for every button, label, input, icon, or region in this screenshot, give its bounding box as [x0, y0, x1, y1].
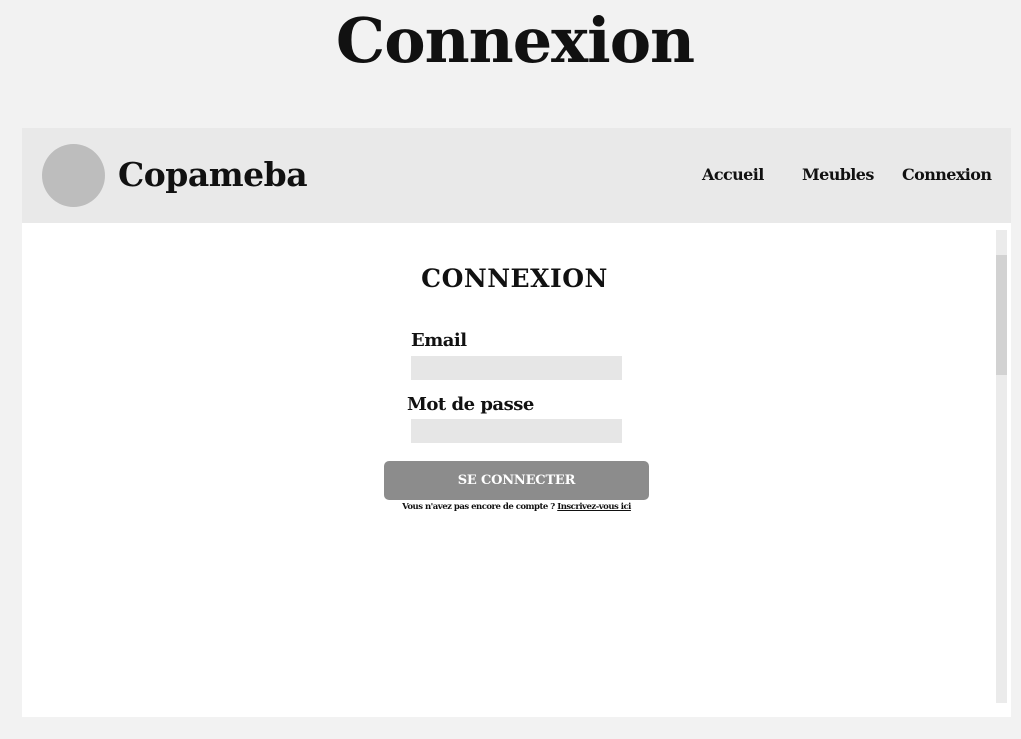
- scrollbar-thumb[interactable]: [996, 255, 1007, 375]
- login-form-title: CONNEXION: [421, 264, 608, 293]
- site-frame: Copameba Accueil Meubles Connexion CONNE…: [22, 128, 1011, 717]
- scrollbar-track[interactable]: [996, 230, 1007, 703]
- main-content: CONNEXION Email Mot de passe SE CONNECTE…: [22, 223, 1011, 717]
- password-field[interactable]: [411, 419, 622, 443]
- nav-link-meubles[interactable]: Meubles: [802, 164, 874, 186]
- login-button[interactable]: SE CONNECTER: [384, 461, 649, 500]
- nav-link-connexion[interactable]: Connexion: [902, 164, 992, 186]
- page-title: Connexion: [335, 4, 695, 77]
- navbar: Copameba Accueil Meubles Connexion: [22, 128, 1011, 223]
- email-label: Email: [411, 330, 467, 351]
- signup-prompt-text: Vous n'avez pas encore de compte ?: [402, 502, 558, 512]
- password-label: Mot de passe: [407, 394, 534, 415]
- signup-link[interactable]: Inscrivez-vous ici: [557, 502, 631, 512]
- nav-link-accueil[interactable]: Accueil: [702, 164, 764, 186]
- signup-prompt: Vous n'avez pas encore de compte ? Inscr…: [384, 501, 649, 513]
- logo-circle-icon[interactable]: [42, 144, 105, 207]
- brand-name[interactable]: Copameba: [118, 152, 308, 198]
- email-field[interactable]: [411, 356, 622, 380]
